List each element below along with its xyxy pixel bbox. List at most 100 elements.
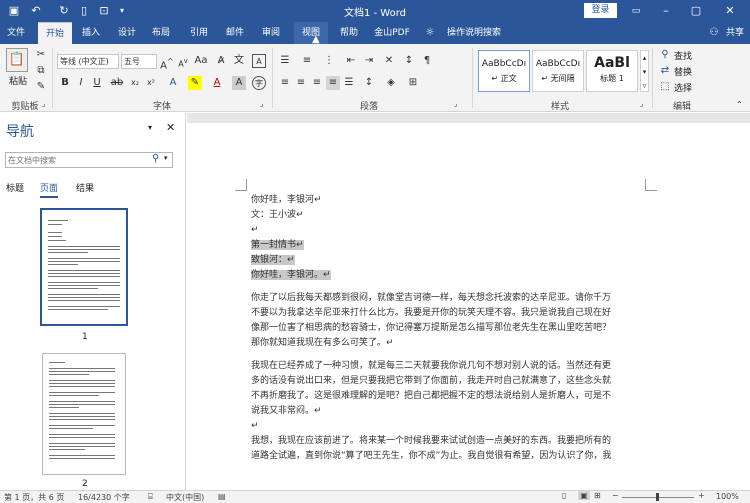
styles-scroll-icon[interactable]: ▴ ▾ ▿ xyxy=(640,50,649,92)
format-painter-icon[interactable]: ✎ xyxy=(34,80,48,94)
tab-design[interactable]: 设计 xyxy=(112,22,142,44)
enclose-characters-icon[interactable]: 字 xyxy=(252,76,266,90)
document-line[interactable]: 我现在已经养成了一种习惯，就是每三二天就要我你说几句不想对别人说的话。当然还有更 xyxy=(251,359,611,374)
underline-icon[interactable]: U xyxy=(90,76,104,90)
character-border-icon[interactable]: A xyxy=(252,54,266,68)
collapse-ribbon-icon[interactable]: ⌃ xyxy=(736,100,743,109)
font-name-combo[interactable]: 等线 (中文正) xyxy=(57,54,119,69)
zoom-in-icon[interactable]: + xyxy=(698,491,705,500)
font-launcher-icon[interactable]: ⌟ xyxy=(260,100,263,108)
tab-file[interactable]: 文件 xyxy=(0,22,32,44)
page-thumbnail-2[interactable] xyxy=(42,353,126,475)
document-line[interactable]: 我想，我现在应该前进了。将来某一个时候我要来试试创造一点美好的东西。我要把所有的 xyxy=(251,434,611,449)
align-right-icon[interactable]: ≡ xyxy=(310,76,324,90)
share-button[interactable]: 共享 xyxy=(722,22,748,44)
text-effects-icon[interactable]: A xyxy=(166,76,180,90)
document-line[interactable]: 像那一位害了相思病的愁容骑士，你记得塞万提斯是怎么描写那位老先生在黑山里吃苦吧？ xyxy=(251,321,611,336)
nav-tab-headings[interactable]: 标题 xyxy=(6,181,24,194)
clear-formatting-icon[interactable]: A̷ xyxy=(214,54,228,68)
tab-references[interactable]: 引用 xyxy=(184,22,214,44)
subscript-icon[interactable]: x₂ xyxy=(128,76,142,90)
style-normal[interactable]: AaBbCcDı ↵ 正文 xyxy=(478,50,530,92)
shading-icon[interactable]: ◈ xyxy=(384,76,398,90)
tab-kingsoft-pdf[interactable]: 金山PDF xyxy=(370,22,414,44)
search-dropdown-icon[interactable]: ▾ xyxy=(164,154,168,162)
document-page[interactable]: 你好哇，李银河↵ 文：王小波↵ ↵ 第一封情书↵ 致银河：↵ 你好哇，李银河。↵ 你走了以后… xyxy=(187,123,750,490)
multilevel-list-icon[interactable]: ⋮ xyxy=(322,54,336,68)
style-no-spacing[interactable]: AaBbCcDı ↵ 无间隔 xyxy=(532,50,584,92)
align-left-icon[interactable]: ≡ xyxy=(278,76,292,90)
bullets-icon[interactable]: ☰ xyxy=(278,54,292,68)
word-count[interactable]: 16/4230 个字 xyxy=(78,492,130,503)
grow-font-icon[interactable]: A^ xyxy=(160,54,174,71)
strikethrough-icon[interactable]: ab xyxy=(110,76,124,90)
document-line[interactable]: 不再折磨我了。这是很难理解的是吧？把自己都把握不定的想法说给别人是折磨人，可是不 xyxy=(251,389,611,404)
read-mode-icon[interactable]: ▯ xyxy=(562,491,566,500)
print-layout-icon[interactable]: ▣ xyxy=(578,491,590,500)
tab-review[interactable]: 审阅 xyxy=(256,22,286,44)
tab-layout[interactable]: 布局 xyxy=(146,22,176,44)
cut-icon[interactable]: ✂ xyxy=(34,48,48,62)
select-icon[interactable]: ⬚ xyxy=(658,80,672,94)
document-line[interactable]: 多的话没有说出口来，但是只要我把它带到了你面前，我走开时自己就满意了，这些念头就 xyxy=(251,374,611,389)
find-label[interactable]: 查找 xyxy=(674,49,692,62)
line-spacing-icon[interactable]: ↕ xyxy=(362,76,376,90)
document-line[interactable]: 那你就知道我现在有多么可笑了。↵ xyxy=(251,336,394,351)
find-icon[interactable]: ⚲ xyxy=(658,48,672,62)
document-line[interactable]: 你好哇，李银河↵ xyxy=(251,193,322,208)
character-shading-icon[interactable]: A xyxy=(232,76,246,90)
ribbon-display-icon[interactable]: ▭ xyxy=(624,2,648,20)
tab-insert[interactable]: 插入 xyxy=(76,22,106,44)
increase-indent-icon[interactable]: ⇥ xyxy=(362,54,376,68)
nav-search-input[interactable] xyxy=(6,153,146,167)
copy-icon[interactable]: ⧉ xyxy=(34,64,48,78)
nav-tab-pages[interactable]: 页面 xyxy=(40,181,59,198)
highlight-icon[interactable]: ✎ xyxy=(188,76,202,90)
show-marks-icon[interactable]: ¶ xyxy=(420,54,434,68)
page-thumbnail-1[interactable] xyxy=(40,208,128,326)
italic-icon[interactable]: I xyxy=(74,76,88,90)
paragraph-launcher-icon[interactable]: ⌟ xyxy=(454,100,457,108)
paste-label[interactable]: 粘贴 xyxy=(6,74,30,87)
maximize-icon[interactable]: ▢ xyxy=(684,2,708,20)
paste-icon[interactable]: 📋 xyxy=(6,48,28,72)
numbering-icon[interactable]: ≡ xyxy=(300,54,314,68)
document-line[interactable]: 道路全试遍，直到你说“算了吧王先生，你不成”为止。我自觉很有希望，因为认识了你，… xyxy=(251,449,611,464)
phonetic-guide-icon[interactable]: 文 xyxy=(232,54,246,68)
distributed-icon[interactable]: ☰ xyxy=(342,76,356,90)
language[interactable]: 中文(中国) xyxy=(166,492,204,503)
justify-icon[interactable]: ≡ xyxy=(326,76,340,90)
shrink-font-icon[interactable]: Av xyxy=(176,54,190,69)
tab-view[interactable]: 视图 xyxy=(294,22,328,44)
macro-icon[interactable]: ▤ xyxy=(218,492,226,501)
tab-help[interactable]: 帮助 xyxy=(334,22,364,44)
decrease-indent-icon[interactable]: ⇤ xyxy=(344,54,358,68)
style-heading1[interactable]: AaBl 标题 1 xyxy=(586,50,638,92)
login-button[interactable]: 登录 xyxy=(584,3,617,18)
change-case-icon[interactable]: Aa xyxy=(194,54,208,68)
font-color-icon[interactable]: A xyxy=(210,76,224,90)
document-line[interactable]: 不要以为我拿达辛尼亚来打什么比方。我要是开你的玩笑天理不容。我只是说我自己现在好 xyxy=(251,306,611,321)
clipboard-launcher-icon[interactable]: ⌟ xyxy=(42,100,45,108)
web-layout-icon[interactable]: ⊞ xyxy=(594,491,601,500)
superscript-icon[interactable]: x² xyxy=(144,76,158,90)
select-label[interactable]: 选择 xyxy=(674,81,692,94)
zoom-out-icon[interactable]: − xyxy=(612,491,619,500)
tab-home[interactable]: 开始 xyxy=(38,22,72,44)
replace-icon[interactable]: ⇄ xyxy=(658,64,672,78)
share-icon[interactable]: ⚇ xyxy=(708,22,720,44)
nav-options-icon[interactable]: ▾ xyxy=(148,123,152,132)
minimize-icon[interactable]: – xyxy=(654,2,678,20)
sort-icon[interactable]: ↕ xyxy=(402,54,416,68)
close-icon[interactable]: ✕ xyxy=(718,2,742,20)
document-line[interactable]: 文：王小波↵ xyxy=(251,208,304,223)
font-size-combo[interactable]: 五号 xyxy=(121,54,157,69)
search-icon[interactable]: ⚲ xyxy=(152,153,159,164)
document-line[interactable]: ↵ xyxy=(251,223,259,238)
nav-tab-results[interactable]: 结果 xyxy=(76,181,94,194)
proofing-icon[interactable]: ⌸ xyxy=(148,492,153,502)
document-line[interactable]: 说我又非常闷。↵ xyxy=(251,404,322,419)
replace-label[interactable]: 替换 xyxy=(674,65,692,78)
tell-me-search[interactable]: 操作说明搜索 xyxy=(442,22,506,44)
document-line[interactable]: ↵ xyxy=(251,419,259,434)
